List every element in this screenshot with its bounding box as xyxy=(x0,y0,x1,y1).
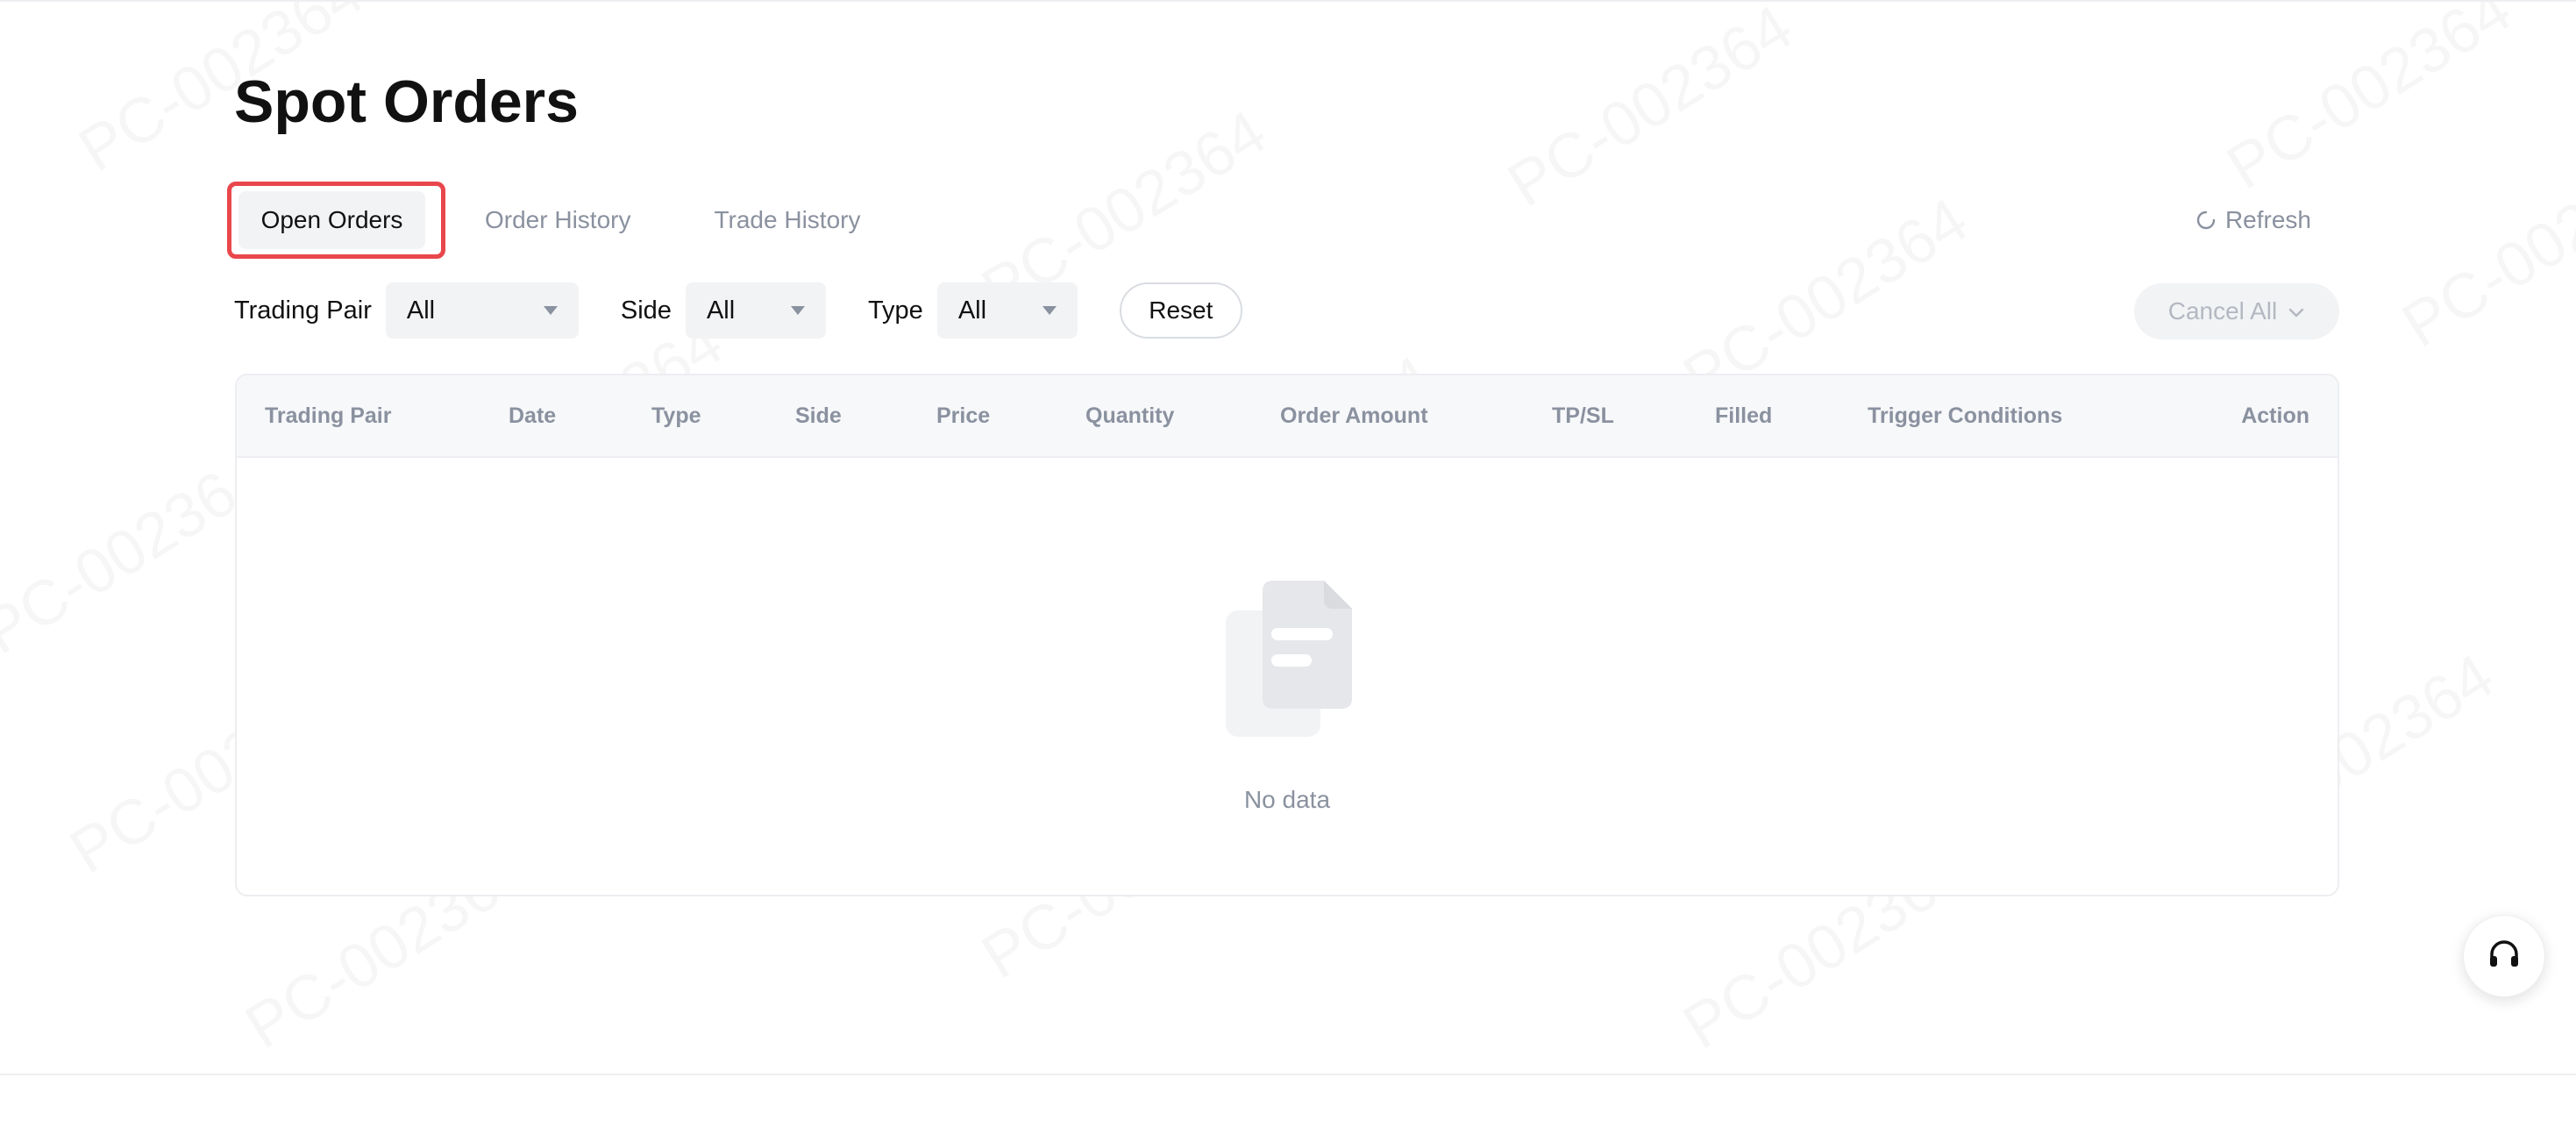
empty-state-text: No data xyxy=(1243,786,1331,813)
tab-trade-history[interactable]: Trade History xyxy=(714,182,860,259)
customer-support-button[interactable] xyxy=(2463,915,2545,997)
column-header-tp-sl: TP/SL xyxy=(1552,403,1614,428)
spot-orders-page: PC-002364 PC-002364 PC-002364 PC-002364 … xyxy=(0,0,2576,1135)
bottom-divider xyxy=(0,1074,2576,1075)
watermark: PC-002364 xyxy=(2215,0,2523,203)
table-header: Trading Pair Date Type Side Price Quanti… xyxy=(237,375,2338,458)
watermark: PC-002364 xyxy=(1496,0,1804,221)
trading-pair-filter-label: Trading Pair xyxy=(234,296,372,325)
tab-open-orders-label: Open Orders xyxy=(238,191,425,249)
filter-bar: Trading Pair All Side All Type All Reset xyxy=(234,282,1242,339)
open-orders-table: Trading Pair Date Type Side Price Quanti… xyxy=(235,374,2339,896)
column-header-trigger-conditions: Trigger Conditions xyxy=(1868,403,2063,428)
empty-state: No data xyxy=(237,458,2338,895)
caret-down-icon xyxy=(1042,306,1057,315)
refresh-button[interactable]: Refresh xyxy=(2195,197,2311,243)
type-filter-label: Type xyxy=(867,296,923,325)
refresh-label: Refresh xyxy=(2224,206,2311,233)
caret-down-icon xyxy=(790,306,805,315)
caret-down-icon xyxy=(543,306,558,315)
tab-open-orders[interactable]: Open Orders xyxy=(227,182,445,259)
type-select[interactable]: All xyxy=(936,282,1078,339)
side-filter-label: Side xyxy=(620,296,672,325)
page-title: Spot Orders xyxy=(234,68,579,135)
type-select-value: All xyxy=(957,296,987,325)
column-header-price: Price xyxy=(936,403,991,428)
empty-document-icon xyxy=(1226,581,1354,737)
column-header-quantity: Quantity xyxy=(1085,403,1175,428)
column-header-order-amount: Order Amount xyxy=(1280,403,1428,428)
order-tabs: Open Orders Order History Trade History xyxy=(227,182,860,259)
cancel-all-label: Cancel All xyxy=(2167,297,2278,325)
column-header-side: Side xyxy=(795,403,842,428)
column-header-date: Date xyxy=(509,403,557,428)
column-header-type: Type xyxy=(651,403,701,428)
tab-order-history[interactable]: Order History xyxy=(485,182,630,259)
column-header-trading-pair: Trading Pair xyxy=(265,403,392,428)
headset-icon xyxy=(2485,935,2523,978)
watermark: PC-002364 xyxy=(2390,132,2576,362)
column-header-action: Action xyxy=(2241,403,2309,428)
reset-button[interactable]: Reset xyxy=(1119,282,1242,339)
side-select-value: All xyxy=(706,296,736,325)
side-select[interactable]: All xyxy=(685,282,826,339)
column-header-filled: Filled xyxy=(1715,403,1773,428)
chevron-down-icon xyxy=(2288,297,2305,325)
refresh-icon xyxy=(2195,210,2217,231)
trading-pair-select[interactable]: All xyxy=(385,282,579,339)
top-divider xyxy=(0,0,2576,2)
trading-pair-select-value: All xyxy=(406,296,436,325)
cancel-all-button[interactable]: Cancel All xyxy=(2134,283,2339,339)
